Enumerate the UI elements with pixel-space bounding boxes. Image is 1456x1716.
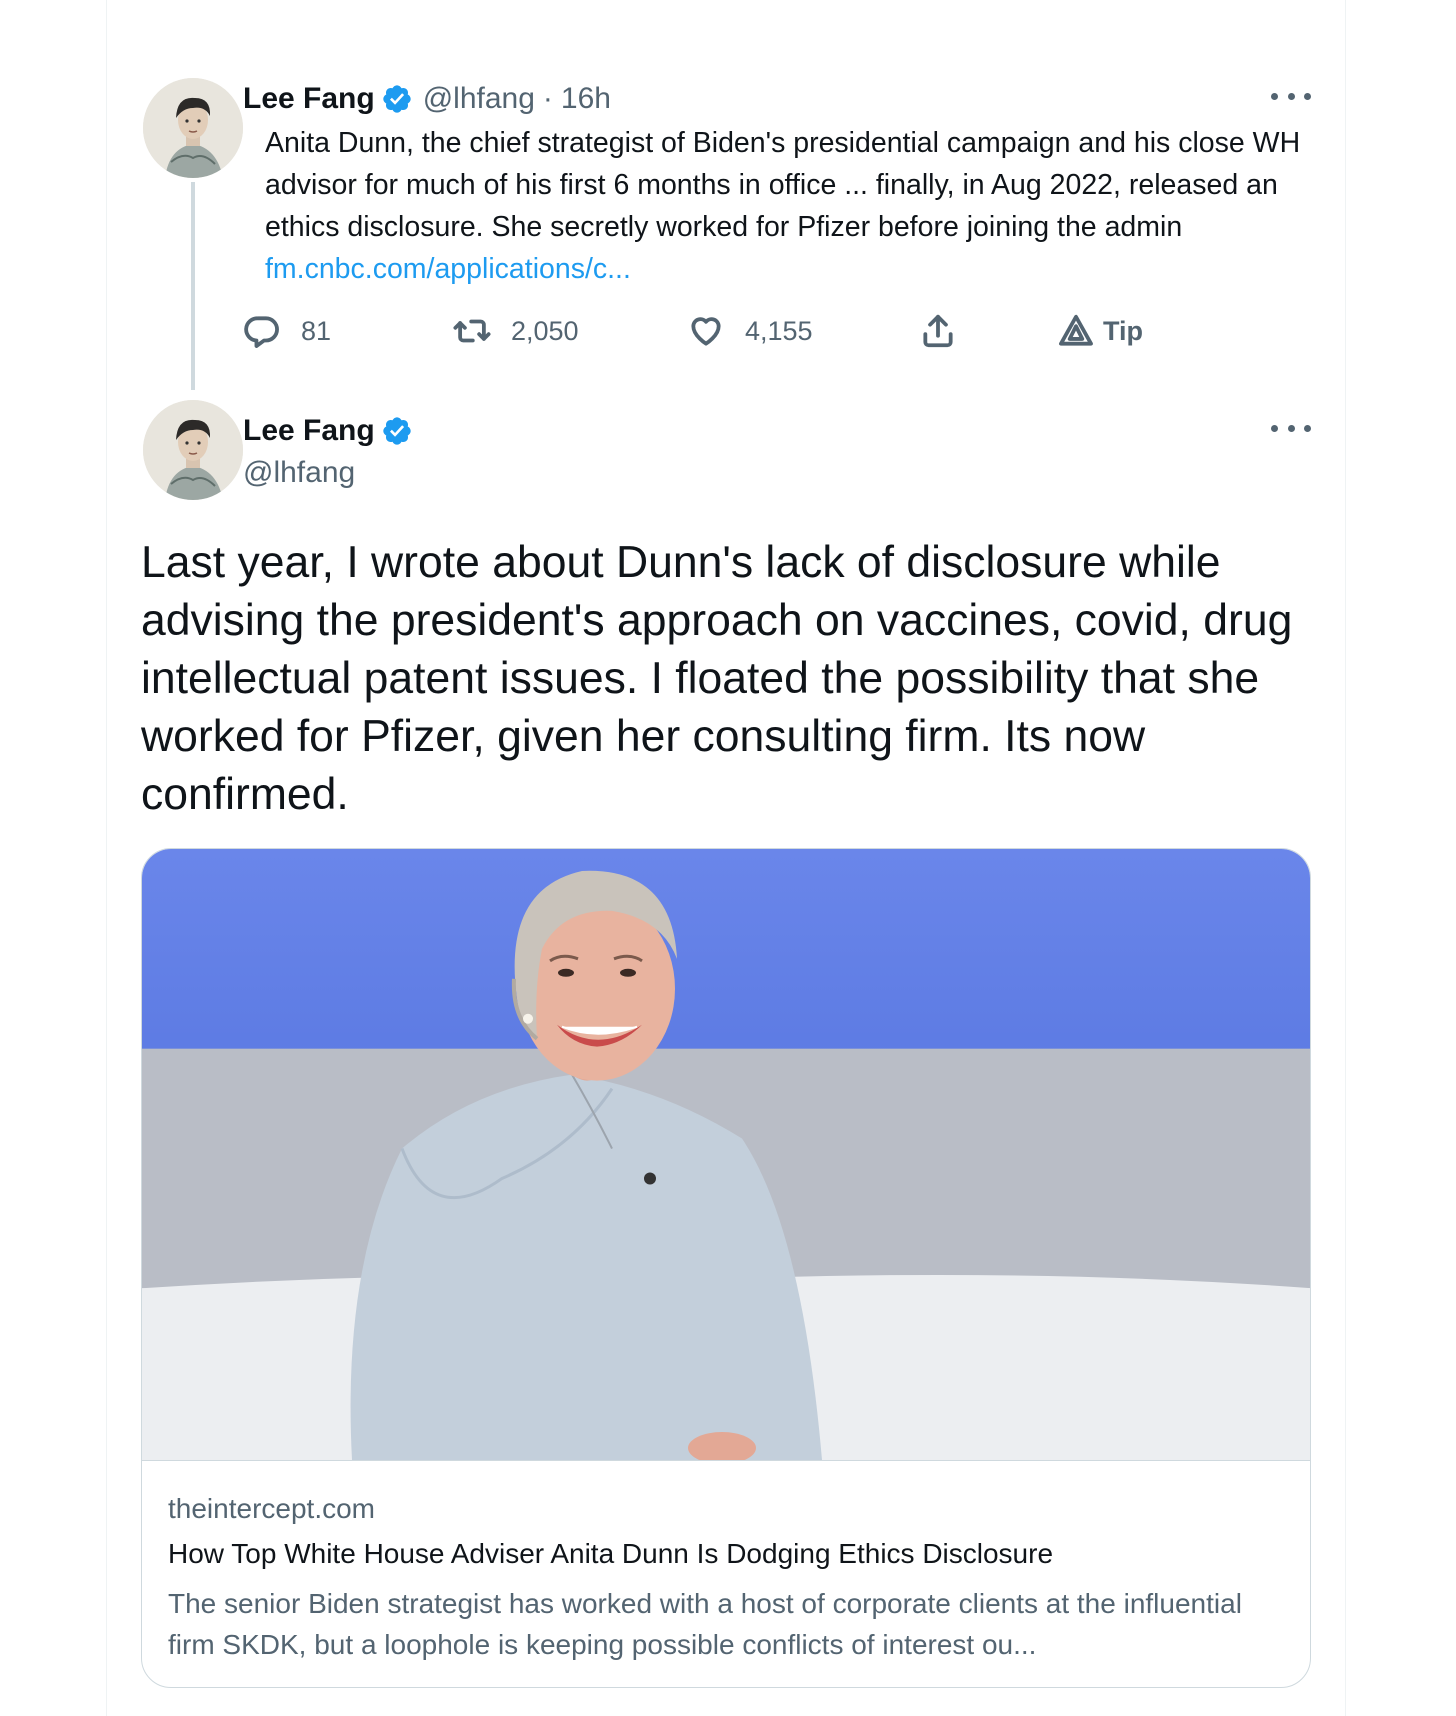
author-handle[interactable]: @lhfang: [423, 82, 535, 116]
avatar[interactable]: [143, 400, 243, 500]
tweet-link[interactable]: fm.cnbc.com/applications/c...: [265, 253, 631, 285]
reply-count: 81: [301, 315, 332, 346]
tweet-text: Last year, I wrote about Dunn's lack of …: [141, 538, 1293, 819]
share-icon: [923, 314, 953, 348]
separator-dot: ·: [542, 82, 553, 115]
share-button[interactable]: [919, 312, 957, 350]
tweet-text: Anita Dunn, the chief strategist of Bide…: [265, 122, 1325, 290]
tweet-timestamp[interactable]: 16h: [561, 82, 611, 116]
verified-badge-icon: [383, 85, 411, 113]
like-icon: [691, 317, 721, 346]
tip-label: Tip: [1103, 315, 1143, 346]
like-button[interactable]: 4,155: [687, 312, 813, 350]
card-domain: theintercept.com: [168, 1493, 375, 1524]
thread-line: [191, 182, 195, 390]
card-image[interactable]: [142, 849, 1311, 1461]
tweet-header: Lee Fang: [243, 410, 413, 452]
card-description: The senior Biden strategist has worked w…: [168, 1588, 1242, 1660]
reply-icon: [244, 316, 279, 348]
card-title: How Top White House Adviser Anita Dunn I…: [168, 1538, 1054, 1569]
avatar[interactable]: [143, 78, 243, 178]
author-handle[interactable]: @lhfang: [243, 452, 355, 494]
retweet-count: 2,050: [511, 315, 579, 346]
tip-icon: [1059, 314, 1093, 346]
author-name[interactable]: Lee Fang: [243, 414, 375, 448]
tweet-header: Lee Fang @lhfang · 16h: [243, 78, 611, 120]
reply-button[interactable]: 81: [243, 312, 331, 350]
author-name[interactable]: Lee Fang: [243, 82, 375, 116]
tip-button[interactable]: Tip: [1057, 312, 1143, 350]
more-icon[interactable]: [1271, 418, 1311, 438]
link-preview-card[interactable]: theintercept.com How Top White House Adv…: [141, 848, 1311, 1688]
timeline-column: Lee Fang @lhfang · 16h Anita Dunn, the c…: [106, 0, 1346, 1716]
like-count: 4,155: [745, 315, 813, 346]
tweet-body: Anita Dunn, the chief strategist of Bide…: [265, 127, 1301, 243]
more-icon[interactable]: [1271, 86, 1311, 106]
retweet-icon: [453, 319, 491, 343]
retweet-button[interactable]: 2,050: [453, 312, 579, 350]
verified-badge-icon: [383, 417, 411, 445]
